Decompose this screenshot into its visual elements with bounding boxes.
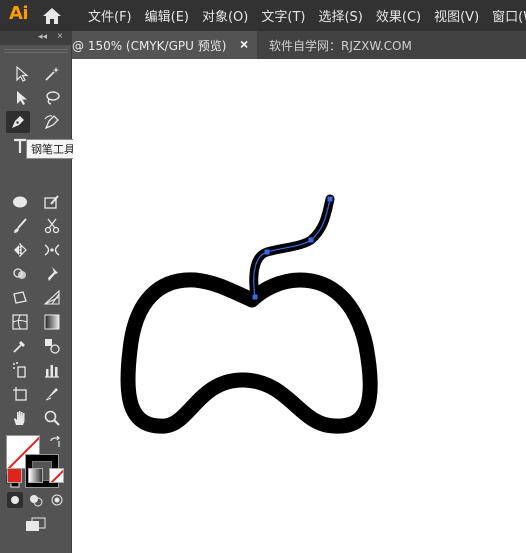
home-icon[interactable] [41,6,63,26]
draw-normal-button[interactable] [7,492,23,508]
curvature-tool-icon[interactable] [40,111,64,133]
width-tool-icon[interactable] [40,239,64,261]
screen-mode-icon[interactable] [24,516,48,534]
free-transform-tool-icon[interactable] [8,287,32,309]
document-tab-bar: @ 150% (CMYK/GPU 预览) × 软件自学网：RJZXW.COM [72,31,526,59]
tab-other-document[interactable]: 软件自学网：RJZXW.COM [269,31,412,59]
tab-active-label: @ 150% (CMYK/GPU 预览) [72,38,227,53]
artboard-canvas[interactable] [73,59,526,553]
reflect-tool-icon[interactable] [8,239,32,261]
menu-window[interactable]: 窗口(W) [492,6,526,25]
eyedropper-tool-icon[interactable] [8,335,32,357]
blend-tool-icon[interactable] [40,335,64,357]
symbol-sprayer-tool-icon[interactable] [8,359,32,381]
draw-inside-button[interactable] [49,492,65,508]
scissors-tool-icon[interactable] [40,215,64,237]
paintbrush-tool-icon[interactable] [8,215,32,237]
shaper-tool-icon[interactable] [40,191,64,213]
color-mode-button[interactable] [7,468,22,483]
ellipse-tool-icon[interactable] [8,191,32,213]
tools-panel-header: ◂◂ × [0,31,72,45]
anchor-point[interactable] [308,237,314,243]
anchor-point[interactable] [327,196,333,202]
none-icon [50,469,63,482]
menu-type[interactable]: 文字(T) [261,6,305,25]
slice-tool-icon[interactable] [40,383,64,405]
draw-behind-button[interactable] [28,492,44,508]
tab-active-document[interactable]: @ 150% (CMYK/GPU 预览) [72,31,257,59]
menu-effect[interactable]: 效果(C) [376,6,421,25]
selection-tool-icon[interactable] [10,63,34,85]
perspective-grid-tool-icon[interactable] [40,287,64,309]
shape-builder-tool-icon[interactable] [8,263,32,285]
artboard-tool-icon[interactable] [8,383,32,405]
hand-tool-icon[interactable] [8,407,32,429]
panel-grip[interactable] [4,49,68,53]
magic-wand-tool-icon[interactable] [40,63,64,85]
gradient-tool-icon[interactable] [40,311,64,333]
menu-edit[interactable]: 编辑(E) [145,6,189,25]
tools-panel: ◂◂ × [0,31,72,553]
puppet-warp-tool-icon[interactable] [40,263,64,285]
gradient-mode-button[interactable] [28,468,43,483]
app-logo: Ai [9,3,29,24]
tab-close-icon[interactable]: × [240,36,248,52]
collapse-panel-icon[interactable]: ◂◂ [38,31,47,42]
apple-drawing [120,194,378,434]
main-menu: 文件(F) 编辑(E) 对象(O) 文字(T) 选择(S) 效果(C) 视图(V… [88,0,526,31]
pen-tool-icon[interactable] [6,111,30,133]
close-panel-icon[interactable]: × [57,31,63,42]
direct-selection-tool-icon[interactable] [10,87,34,109]
lasso-tool-icon[interactable] [40,87,64,109]
swap-fill-stroke-icon[interactable] [48,435,62,450]
apple-body-path[interactable] [120,272,378,434]
anchor-point[interactable] [264,249,270,255]
menu-view[interactable]: 视图(V) [434,6,479,25]
menu-file[interactable]: 文件(F) [88,6,132,25]
menu-select[interactable]: 选择(S) [318,6,362,25]
zoom-tool-icon[interactable] [40,407,64,429]
anchor-point[interactable] [252,294,258,300]
menu-object[interactable]: 对象(O) [202,6,248,25]
column-graph-tool-icon[interactable] [40,359,64,381]
none-mode-button[interactable] [49,468,64,483]
menu-bar: Ai 文件(F) 编辑(E) 对象(O) 文字(T) 选择(S) 效果(C) 视… [0,0,526,31]
mesh-tool-icon[interactable] [8,311,32,333]
